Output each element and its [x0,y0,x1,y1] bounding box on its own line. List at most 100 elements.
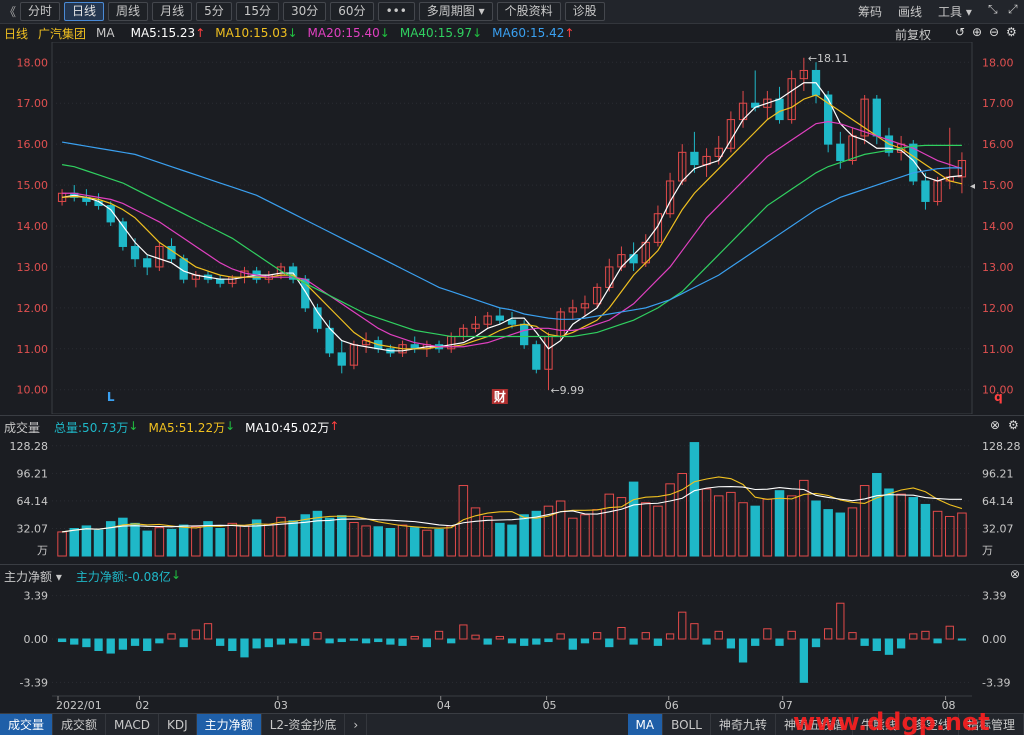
flow-close-icon[interactable]: ⊗ [1010,567,1020,581]
toolbar-tab-7[interactable]: 60分 [330,2,374,21]
flow-tick-left: 3.39 [24,590,49,603]
price-tick-left: 13.00 [17,261,49,274]
chips-button[interactable]: 筹码 [858,3,882,20]
price-tick-right: 14.00 [982,220,1014,233]
candle-body [872,98,881,137]
volume-legend-1: MA5:51.22万 [148,420,226,435]
volume-unit-right: 万 [982,544,993,557]
candle-body [507,319,517,325]
x-label: 04 [437,699,451,712]
bottom-tab-4[interactable]: 主力净额 [196,713,262,735]
volume-bar [422,529,432,557]
volume-bar [920,503,931,557]
flow-bar [410,635,419,640]
toolbar-tab-8[interactable]: ••• [377,2,415,21]
ma-item-4: MA60:15.42 [492,26,565,40]
candle-body [824,94,833,145]
bottom-tab-2[interactable]: MACD [106,713,160,735]
toolbar-tab-2[interactable]: 周线 [108,2,149,21]
toolbar-tab-9[interactable]: 多周期图 ▾ [418,2,493,21]
x-label: 2022/01 [56,699,102,712]
indicator-tab-1[interactable]: BOLL [663,713,711,735]
settings-icon[interactable]: ⚙ [1006,25,1017,39]
toolbar-tab-4[interactable]: 5分 [196,2,232,21]
price-frame [51,42,973,414]
zoom-in-icon[interactable]: ⊕ [972,25,982,39]
indicator-tab-2[interactable]: 神奇九转 [711,713,776,735]
ma-arrow-4: ↑ [564,26,575,40]
flow-bar [507,638,517,644]
bottom-tab-3[interactable]: KDJ [159,713,197,735]
candle-body [520,323,529,346]
toolbar-tab-10[interactable]: 个股资料 [496,2,561,21]
price-tick-right: 11.00 [982,343,1014,356]
volume-bar [264,523,274,557]
fullscreen-icon[interactable]: ⤡ [988,2,998,17]
flow-bar [495,635,504,640]
zoom-out-icon[interactable]: ⊖ [989,25,999,39]
flow-bar [787,630,796,640]
reset-icon[interactable]: ↺ [955,25,965,39]
money-flow-chart[interactable]: 3.39 3.39 0.00 0.00 -3.39 -3.39 [0,585,1024,695]
indicator-tab-0[interactable]: MA [627,713,664,735]
volume-bar [762,498,773,557]
flow-bar [556,633,565,640]
volume-bar [519,514,529,557]
flow-bar [580,638,590,644]
flow-bar [483,638,492,645]
volume-bar [324,517,335,557]
toolbar-tab-1[interactable]: 日线 [64,2,105,21]
volume-bar [507,524,517,557]
toolbar-tab-3[interactable]: 月线 [152,2,193,21]
flow-bar [240,638,249,658]
flow-bar [629,638,638,645]
tabs-more-button[interactable]: › [345,713,368,735]
flow-bar [203,623,213,640]
volume-tick-left: 32.07 [17,522,49,535]
low-annotation: ←9.99 [550,384,584,397]
volume-legend-0: 总量:50.73万 [54,420,129,435]
candle-body [921,180,930,202]
flow-bar [106,638,115,654]
volume-close-icon[interactable]: ⊗ [990,418,1000,432]
volume-bar [434,528,444,557]
high-annotation: ←18.11 [808,52,849,65]
toolbar-tab-11[interactable]: 诊股 [564,2,605,21]
adjust-mode[interactable]: 前复权 [895,26,931,43]
x-label: 05 [543,699,557,712]
volume-bar [215,528,225,557]
volume-bar [495,522,505,557]
flow-bar [714,630,723,640]
flow-bar [544,638,553,643]
event-marker-1[interactable]: 财 [493,389,506,404]
flow-title[interactable]: 主力净额 ▾ [4,568,62,585]
toolbar-tab-6[interactable]: 30分 [283,2,327,21]
toolbar-tab-5[interactable]: 15分 [235,2,279,21]
flow-bar [398,638,407,646]
indicator-name[interactable]: MA [96,26,115,40]
bottom-tab-5[interactable]: L2-资金抄底 [262,713,346,735]
flow-bar [252,638,261,649]
price-chart[interactable]: 18.00 18.00 17.00 17.00 16.00 16.00 15.00 15.00… [0,42,1024,414]
flow-bar [471,634,480,640]
tools-menu[interactable]: 工具 ▾ [938,3,972,20]
volume-bar [300,514,311,557]
expand-icon[interactable]: ⤢ [1008,2,1018,17]
volume-bar [653,505,663,557]
volume-settings-icon[interactable]: ⚙ [1008,418,1019,432]
volume-bar [361,525,371,557]
volume-bar [604,493,615,557]
volume-bar [957,512,967,557]
volume-chart[interactable]: 128.28 128.28 96.21 96.21 64.14 64.14 32.07 32.… [0,436,1024,562]
event-marker-0[interactable]: L [107,390,115,404]
bottom-tab-0[interactable]: 成交量 [0,713,54,735]
event-marker-2[interactable]: q [994,390,1003,404]
toolbar-tab-0[interactable]: 分时 [20,2,61,21]
back-button[interactable]: 《 [4,3,16,20]
x-label: 07 [779,699,793,712]
draw-line-button[interactable]: 画线 [898,3,922,20]
volume-bar [349,521,359,557]
candle-body [532,344,541,370]
candle-body [143,258,152,268]
bottom-tab-1[interactable]: 成交额 [53,713,107,735]
